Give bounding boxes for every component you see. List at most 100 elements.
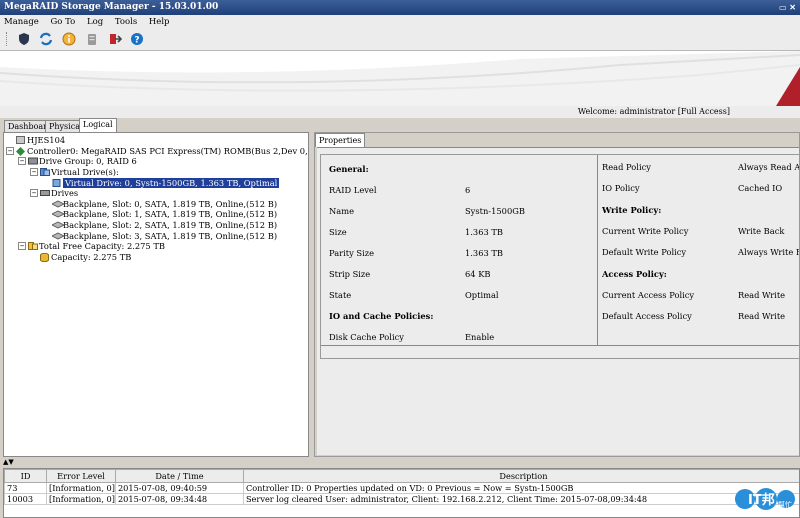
- prop-label-size: Size: [329, 227, 347, 237]
- prop-value-strip-size: 64 KB: [465, 269, 491, 279]
- tree-node-label: Capacity: 2.275 TB: [51, 251, 132, 262]
- menu-help[interactable]: Help: [149, 17, 170, 27]
- tab-logical[interactable]: Logical: [79, 118, 117, 132]
- toolbar: ?: [0, 29, 800, 51]
- prop-value-current-access-policy: Read Write: [738, 290, 786, 300]
- prop-value-default-write-policy: Always Write E: [738, 247, 800, 257]
- title-bar: MegaRAID Storage Manager - 15.03.01.00 ▭…: [0, 0, 800, 15]
- tree-expander-icon[interactable]: −: [30, 189, 38, 198]
- menu-log[interactable]: Log: [87, 17, 103, 27]
- shield-icon[interactable]: [17, 32, 31, 46]
- log-header-row: ID Error Level Date / Time Description: [4, 469, 799, 483]
- log-cell-description: Server log cleared User: administrator, …: [242, 493, 799, 505]
- prop-label-disk-cache-policy: Disk Cache Policy: [329, 332, 404, 342]
- tree-node[interactable]: Virtual Drive: 0, Systn-1500GB, 1.363 TB…: [6, 177, 308, 188]
- properties-grid: General: RAID Level 6 Name Systn-1500GB …: [320, 154, 800, 359]
- properties-pane: Properties General: RAID Level 6 Name Sy…: [314, 132, 800, 457]
- capacity-icon: [40, 252, 49, 262]
- refresh-icon[interactable]: [39, 32, 53, 46]
- menu-go-to[interactable]: Go To: [51, 17, 76, 27]
- tree-node[interactable]: Backplane, Slot: 3, SATA, 1.819 TB, Onli…: [6, 230, 308, 241]
- exit-icon[interactable]: [108, 32, 122, 46]
- welcome-bar: Welcome: administrator [Full Access]: [0, 106, 800, 118]
- prop-label-parity-size: Parity Size: [329, 248, 375, 258]
- general-heading: General:: [329, 164, 369, 174]
- menu-manage[interactable]: Manage: [4, 17, 39, 27]
- banner-graphic: [0, 51, 800, 106]
- tree-node[interactable]: Capacity: 2.275 TB: [6, 251, 308, 263]
- column-divider: [597, 155, 598, 345]
- prop-label-default-write-policy: Default Write Policy: [602, 247, 687, 257]
- menu-bar: Manage Go To Log Tools Help: [0, 15, 800, 29]
- tree-expander-icon[interactable]: −: [6, 146, 14, 155]
- capacity-group-icon: [28, 242, 38, 251]
- prop-value-parity-size: 1.363 TB: [465, 248, 504, 258]
- welcome-text: Welcome: administrator [Full Access]: [577, 107, 730, 116]
- tree-node-label: Controller0: MegaRAID SAS PCI Express(TM…: [27, 145, 308, 156]
- info-icon[interactable]: [62, 32, 76, 46]
- window-controls[interactable]: ▭ ✕: [779, 2, 796, 12]
- log-cell-datetime: 2015-07-08, 09:34:48: [114, 493, 244, 505]
- menu-tools[interactable]: Tools: [115, 17, 137, 27]
- tree-node[interactable]: − Drive Group: 0, RAID 6: [6, 156, 308, 167]
- prop-value-size: 1.363 TB: [465, 227, 504, 237]
- prop-value-io-policy: Cached IO: [738, 183, 783, 193]
- grid-bottom-border: [321, 345, 799, 346]
- tree-node[interactable]: − Controller0: MegaRAID SAS PCI Express(T…: [6, 145, 308, 157]
- tree-node[interactable]: − Virtual Drive(s):: [6, 167, 308, 178]
- banner: [0, 51, 800, 106]
- watermark-text-2: 幫忙: [778, 500, 792, 509]
- prop-label-strip-size: Strip Size: [329, 269, 371, 279]
- tree-node-label: HJES104: [27, 135, 66, 146]
- horizontal-splitter[interactable]: ▲▼: [0, 458, 800, 466]
- log-cell-id: 73: [4, 482, 47, 494]
- table-row[interactable]: 10003 [Information, 0] 2015-07-08, 09:34…: [4, 493, 799, 505]
- toolbar-grip: [6, 32, 8, 46]
- tree-node-label: Backplane, Slot: 1, SATA, 1.819 TB, Onli…: [63, 209, 278, 220]
- col-header-id[interactable]: ID: [4, 469, 47, 483]
- tree-node-label: Backplane, Slot: 3, SATA, 1.819 TB, Onli…: [63, 230, 278, 241]
- collapse-arrows-icon[interactable]: ▲▼: [3, 458, 14, 466]
- disk-icon: [51, 200, 65, 208]
- event-log-table: ID Error Level Date / Time Description 7…: [4, 469, 799, 505]
- help-icon[interactable]: ?: [130, 32, 144, 46]
- table-row[interactable]: 73 [Information, 0] 2015-07-08, 09:40:59…: [4, 482, 799, 494]
- tree-node[interactable]: − Drives: [6, 188, 308, 199]
- prop-label-state: State: [329, 290, 352, 300]
- tab-properties[interactable]: Properties: [315, 133, 366, 147]
- tree-node[interactable]: Backplane, Slot: 1, SATA, 1.819 TB, Onli…: [6, 209, 308, 220]
- window-title: MegaRAID Storage Manager - 15.03.01.00: [4, 2, 219, 12]
- col-header-error-level[interactable]: Error Level: [46, 469, 116, 483]
- tree-node[interactable]: HJES104: [6, 135, 308, 146]
- properties-body: General: RAID Level 6 Name Systn-1500GB …: [317, 147, 799, 455]
- disk-icon: [51, 210, 65, 218]
- log-cell-datetime: 2015-07-08, 09:40:59: [114, 482, 244, 494]
- prop-value-default-access-policy: Read Write: [738, 311, 786, 321]
- tree-node-label: Total Free Capacity: 2.275 TB: [39, 241, 165, 252]
- col-header-date-time[interactable]: Date / Time: [114, 469, 244, 483]
- tree-node-label: Backplane, Slot: 2, SATA, 1.819 TB, Onli…: [63, 220, 278, 231]
- tree-expander-icon[interactable]: −: [30, 168, 38, 177]
- prop-label-current-write-policy: Current Write Policy: [602, 226, 689, 236]
- tree-expander-icon[interactable]: −: [18, 242, 26, 251]
- logical-tree: HJES104− Controller0: MegaRAID SAS PCI Ex…: [6, 135, 308, 263]
- controller-icon: [16, 146, 25, 156]
- io-cache-heading: IO and Cache Policies:: [329, 311, 434, 321]
- col-header-description[interactable]: Description: [242, 469, 799, 483]
- lock-icon[interactable]: [85, 32, 99, 46]
- tree-expander-icon[interactable]: −: [18, 157, 26, 166]
- prop-value-read-policy: Always Read A: [738, 162, 800, 172]
- prop-label-current-access-policy: Current Access Policy: [602, 290, 695, 300]
- tree-node-label: Drive Group: 0, RAID 6: [39, 156, 137, 167]
- tree-node[interactable]: Backplane, Slot: 0, SATA, 1.819 TB, Onli…: [6, 199, 308, 210]
- prop-label-io-policy: IO Policy: [602, 183, 640, 193]
- tree-node[interactable]: − Total Free Capacity: 2.275 TB: [6, 241, 308, 252]
- log-cell-id: 10003: [4, 493, 47, 505]
- write-policy-heading: Write Policy:: [602, 205, 662, 215]
- log-cell-description: Controller ID: 0 Properties updated on V…: [242, 482, 799, 494]
- prop-value-current-write-policy: Write Back: [738, 226, 785, 236]
- event-log-pane: ID Error Level Date / Time Description 7…: [3, 468, 800, 518]
- tree-node[interactable]: Backplane, Slot: 2, SATA, 1.819 TB, Onli…: [6, 220, 308, 231]
- logical-tree-pane: HJES104− Controller0: MegaRAID SAS PCI Ex…: [3, 132, 309, 457]
- virtual-drive-icon: [52, 178, 61, 187]
